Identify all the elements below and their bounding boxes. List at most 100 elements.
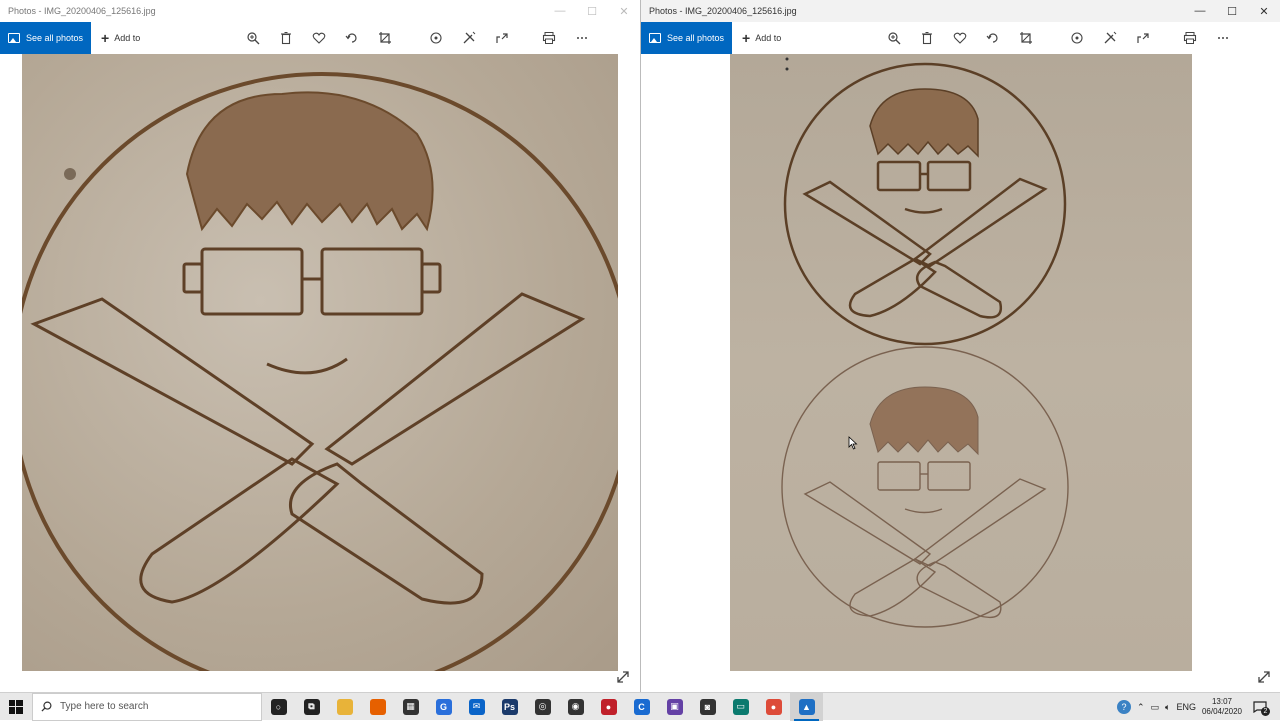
minimize-button[interactable]: — <box>1184 0 1216 22</box>
taskbar-twitch-button[interactable]: ▣ <box>658 693 691 721</box>
add-to-label: Add to <box>114 33 141 43</box>
edit-button[interactable] <box>452 22 485 54</box>
terminal-icon: ▭ <box>732 698 749 715</box>
rotate-icon <box>986 33 998 43</box>
delete-button[interactable] <box>269 22 302 54</box>
more-icon <box>1217 37 1228 39</box>
photo-view[interactable] <box>730 54 1192 671</box>
toolbar: See all photos + Add to <box>0 22 640 54</box>
photos-window-left: Photos - IMG_20200406_125616.jpg — ☐ ✕ S… <box>0 0 640 692</box>
crop-icon <box>1019 32 1032 44</box>
heart-button[interactable] <box>943 22 976 54</box>
taskbar-search-input[interactable]: Type here to search <box>32 692 262 721</box>
full-screen-icon[interactable] <box>616 670 630 684</box>
title-bar[interactable]: Photos - IMG_20200406_125616.jpg — ☐ ✕ <box>641 0 1280 22</box>
chevron-up-icon[interactable]: ⌃ <box>1137 702 1145 713</box>
zoom-button[interactable] <box>877 22 910 54</box>
add-to-button[interactable]: + Add to <box>91 22 150 54</box>
see-all-label: See all photos <box>667 33 725 43</box>
share-button[interactable] <box>485 22 518 54</box>
add-to-button[interactable]: + Add to <box>732 22 791 54</box>
taskbar-apps: ○ ⧉ ▦ G ✉ Ps ◎ ◉ ● C ▣ ◙ ▭ ● ▲ <box>262 692 823 721</box>
maximize-button[interactable]: ☐ <box>1216 0 1248 22</box>
edit-icon <box>1104 31 1116 44</box>
language-indicator[interactable]: ENG <box>1176 702 1196 712</box>
print-button[interactable] <box>532 22 565 54</box>
clock-time: 13:07 <box>1211 697 1232 706</box>
add-to-label: Add to <box>755 33 782 43</box>
rotate-button[interactable] <box>976 22 1009 54</box>
print-button[interactable] <box>1173 22 1206 54</box>
mail-icon: ✉ <box>468 698 485 715</box>
taskbar-obs-button[interactable]: ◉ <box>559 693 592 721</box>
rotate-icon <box>345 33 357 43</box>
network-icon[interactable]: ▭ <box>1151 702 1160 713</box>
title-bar[interactable]: Photos - IMG_20200406_125616.jpg — ☐ ✕ <box>0 0 640 22</box>
crop-button[interactable] <box>1009 22 1042 54</box>
clock-date: 06/04/2020 <box>1201 707 1242 716</box>
edit-button[interactable] <box>1093 22 1126 54</box>
window-title: Photos - IMG_20200406_125616.jpg <box>649 6 797 16</box>
volume-icon[interactable]: 🔈︎ <box>1165 702 1170 713</box>
minimize-button[interactable]: — <box>544 0 576 22</box>
taskbar: Type here to search ○ ⧉ ▦ G ✉ Ps ◎ ◉ ● C ▣ ◙ ▭ ● ▲ ? ⌃… <box>0 692 1280 721</box>
start-button[interactable] <box>0 693 32 721</box>
close-button[interactable]: ✕ <box>608 0 640 22</box>
see-all-label: See all photos <box>26 33 84 43</box>
clock[interactable]: 13:07 06/04/2020 <box>1202 697 1242 717</box>
windows-icon <box>9 699 23 714</box>
taskbar-chrome-button[interactable]: ● <box>757 693 790 721</box>
photos-window-right: Photos - IMG_20200406_125616.jpg — ☐ ✕ S… <box>640 0 1280 692</box>
taskbar-app-c-button[interactable]: C <box>625 693 658 721</box>
photo-view[interactable] <box>22 54 618 671</box>
taskbar-file-explorer-button[interactable] <box>328 693 361 721</box>
taskbar-photoshop-button[interactable]: Ps <box>493 693 526 721</box>
close-button[interactable]: ✕ <box>1248 0 1280 22</box>
more-button[interactable] <box>565 22 598 54</box>
edit-icon <box>463 31 475 44</box>
heart-button[interactable] <box>302 22 335 54</box>
print-icon <box>1183 32 1196 44</box>
full-screen-icon[interactable] <box>1257 670 1271 684</box>
photos-icon <box>8 33 20 43</box>
see-all-photos-button[interactable]: See all photos <box>0 22 92 54</box>
share-icon <box>495 33 508 43</box>
crop-button[interactable] <box>368 22 401 54</box>
crop-icon <box>378 32 391 44</box>
plus-icon: + <box>101 30 110 46</box>
taskbar-gamepad-button[interactable]: ◎ <box>526 693 559 721</box>
taskbar-task-view-button[interactable]: ⧉ <box>295 693 328 721</box>
enhance-icon <box>1070 32 1083 44</box>
system-tray: ? ⌃ ▭ 🔈︎ ENG 13:07 06/04/2020 2 <box>1116 693 1280 721</box>
delete-button[interactable] <box>910 22 943 54</box>
cortana-icon: ○ <box>270 698 287 715</box>
obs-icon: ◉ <box>567 698 584 715</box>
more-button[interactable] <box>1206 22 1239 54</box>
maximize-button[interactable]: ☐ <box>576 0 608 22</box>
taskbar-mail-button[interactable]: ✉ <box>460 693 493 721</box>
see-all-photos-button[interactable]: See all photos <box>641 22 733 54</box>
taskbar-app-red-button[interactable]: ● <box>592 693 625 721</box>
share-icon <box>1136 33 1149 43</box>
taskbar-calculator-button[interactable]: ▦ <box>394 693 427 721</box>
toolbar-tools <box>877 22 1239 54</box>
help-icon[interactable]: ? <box>1116 700 1131 714</box>
zoom-button[interactable] <box>236 22 269 54</box>
window-title: Photos - IMG_20200406_125616.jpg <box>8 6 156 16</box>
enhance-button[interactable] <box>419 22 452 54</box>
heart-icon <box>953 32 966 44</box>
taskbar-app-g-button[interactable]: G <box>427 693 460 721</box>
notifications-button[interactable]: 2 <box>1248 697 1272 717</box>
enhance-button[interactable] <box>1060 22 1093 54</box>
rotate-button[interactable] <box>335 22 368 54</box>
taskbar-camera-button[interactable]: ◙ <box>691 693 724 721</box>
taskbar-firefox-button[interactable] <box>361 693 394 721</box>
taskbar-terminal-button[interactable]: ▭ <box>724 693 757 721</box>
taskbar-photos-button[interactable]: ▲ <box>790 692 823 721</box>
share-button[interactable] <box>1126 22 1159 54</box>
taskbar-cortana-button[interactable]: ○ <box>262 693 295 721</box>
print-icon <box>542 32 555 44</box>
toolbar: See all photos + Add to <box>641 22 1280 54</box>
zoom-icon <box>246 32 259 45</box>
chrome-icon: ● <box>765 698 782 715</box>
